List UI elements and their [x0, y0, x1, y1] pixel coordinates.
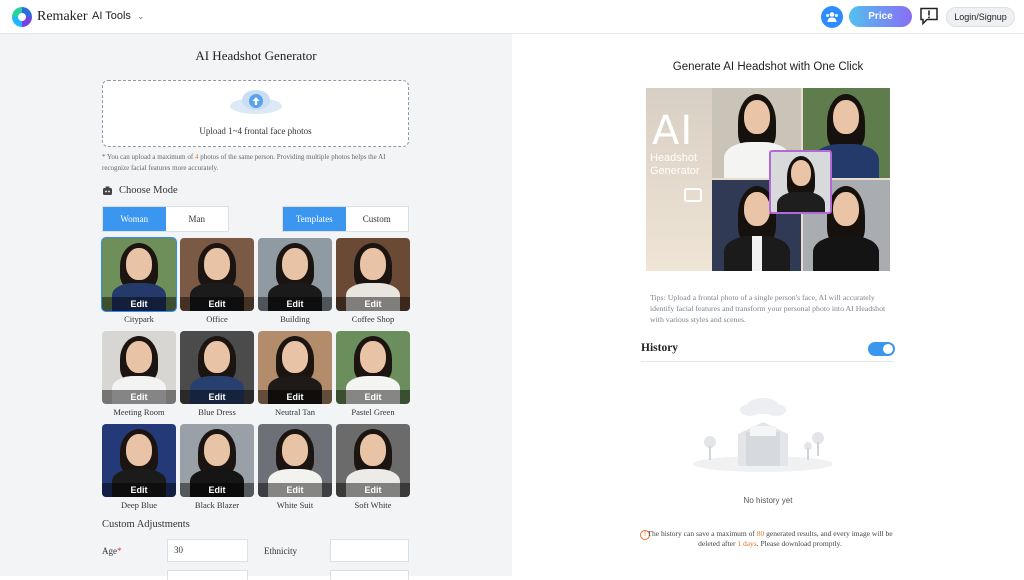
- divider: [641, 361, 894, 362]
- template-card[interactable]: Edit: [336, 424, 410, 497]
- preview-panel: Generate AI Headshot with One Click AI H…: [512, 34, 1024, 576]
- edit-button[interactable]: Edit: [336, 297, 410, 311]
- template-label: Citypark: [124, 314, 154, 324]
- upload-instruction: Upload 1~4 frontal face photos: [199, 126, 312, 136]
- template-label: Coffee Shop: [351, 314, 395, 324]
- template-card[interactable]: Edit: [258, 238, 332, 311]
- template-card[interactable]: Edit: [102, 424, 176, 497]
- template-label: Office: [206, 314, 228, 324]
- users-icon: [826, 12, 838, 22]
- man-option[interactable]: Man: [166, 207, 229, 231]
- collage-caption: Headshot Generator: [650, 152, 700, 178]
- edit-button[interactable]: Edit: [336, 483, 410, 497]
- mode-icon: [103, 186, 112, 195]
- edit-button[interactable]: Edit: [102, 297, 176, 311]
- brand-name[interactable]: Remaker: [37, 9, 88, 25]
- edit-button[interactable]: Edit: [180, 483, 254, 497]
- preview-title: Generate AI Headshot with One Click: [672, 61, 864, 73]
- edit-button[interactable]: Edit: [180, 297, 254, 311]
- template-label: Black Blazer: [194, 500, 240, 510]
- woman-option[interactable]: Woman: [103, 207, 166, 231]
- headshot-collage-image: AI Headshot Generator: [646, 88, 890, 271]
- age-input[interactable]: 30: [167, 539, 248, 562]
- template-card[interactable]: Edit: [180, 424, 254, 497]
- warning-text-start: The history can save a maximum of: [647, 529, 757, 538]
- age-label: Age*: [102, 546, 122, 556]
- no-history-text: No history yet: [743, 496, 793, 505]
- template-card[interactable]: Edit: [336, 331, 410, 404]
- edit-button[interactable]: Edit: [336, 390, 410, 404]
- template-label: Deep Blue: [120, 500, 158, 510]
- template-card[interactable]: Edit: [180, 331, 254, 404]
- choose-mode-heading: Choose Mode: [102, 185, 178, 196]
- community-button[interactable]: [821, 6, 843, 28]
- empty-history-illustration: [693, 398, 833, 472]
- edit-button[interactable]: Edit: [180, 390, 254, 404]
- tips-text: Tips: Upload a frontal photo of a single…: [650, 293, 886, 324]
- template-card[interactable]: Edit: [102, 331, 176, 404]
- ai-tools-label: AI Tools: [92, 10, 131, 22]
- template-card[interactable]: Edit: [180, 238, 254, 311]
- template-label: Neutral Tan: [274, 407, 316, 417]
- template-label: White Suit: [276, 500, 314, 510]
- feedback-button[interactable]: [918, 6, 940, 26]
- template-card[interactable]: Edit: [336, 238, 410, 311]
- history-warning: The history can save a maximum of 80 gen…: [640, 529, 900, 549]
- edit-button[interactable]: Edit: [102, 390, 176, 404]
- camera-icon: [684, 188, 702, 202]
- collage-caption-line2: Generator: [650, 165, 700, 177]
- feedback-icon: [920, 7, 938, 25]
- ai-tools-menu[interactable]: AI Tools ⌄: [92, 10, 144, 22]
- template-card[interactable]: Edit: [258, 331, 332, 404]
- history-heading: History: [641, 342, 679, 354]
- login-signup-button[interactable]: Login/Signup: [946, 7, 1015, 27]
- edit-button[interactable]: Edit: [258, 297, 332, 311]
- top-bar: Remaker AI Tools ⌄ Price Login/Signup: [0, 0, 1024, 34]
- template-label: Building: [280, 314, 310, 324]
- adjustment-field[interactable]: [330, 570, 409, 580]
- edit-button[interactable]: Edit: [258, 483, 332, 497]
- template-label: Meeting Room: [113, 407, 165, 417]
- warning-days: 1 days: [737, 539, 757, 548]
- template-card[interactable]: Edit: [101, 237, 177, 312]
- chevron-down-icon: ⌄: [136, 11, 145, 21]
- custom-adjustments-heading: Custom Adjustments: [102, 519, 190, 530]
- remaker-logo-icon[interactable]: [12, 7, 32, 27]
- ethnicity-label: Ethnicity: [264, 546, 297, 556]
- gender-toggle: Woman Man: [102, 206, 229, 232]
- collage-caption-line1: Headshot: [650, 152, 698, 164]
- generator-panel: AI Headshot Generator Upload 1~4 frontal…: [0, 34, 512, 580]
- warning-text-end: . Please download promptly.: [756, 539, 842, 548]
- edit-button[interactable]: Edit: [102, 483, 176, 497]
- upload-cloud-icon: [230, 90, 282, 114]
- adjustment-field[interactable]: [167, 570, 248, 580]
- required-mark: *: [117, 546, 122, 556]
- source-toggle: Templates Custom: [282, 206, 409, 232]
- upload-note: * You can upload a maximum of 4 photos o…: [102, 152, 412, 174]
- template-label: Blue Dress: [198, 407, 236, 417]
- note-text-start: * You can upload a maximum of: [102, 153, 195, 161]
- template-label: Pastel Green: [351, 407, 395, 417]
- price-button[interactable]: Price: [849, 6, 912, 27]
- upload-dropzone[interactable]: Upload 1~4 frontal face photos: [102, 80, 409, 147]
- age-label-text: Age: [102, 546, 117, 556]
- template-label: Soft White: [354, 500, 392, 510]
- templates-option[interactable]: Templates: [283, 207, 346, 231]
- custom-option[interactable]: Custom: [346, 207, 409, 231]
- collage-photo-featured: [769, 150, 832, 214]
- template-card[interactable]: Edit: [258, 424, 332, 497]
- edit-button[interactable]: Edit: [258, 390, 332, 404]
- collage-branding: AI Headshot Generator: [646, 88, 712, 271]
- choose-mode-label: Choose Mode: [119, 185, 178, 196]
- page-title: AI Headshot Generator: [195, 48, 317, 63]
- history-toggle[interactable]: [868, 342, 895, 356]
- collage-ai-text: AI: [652, 108, 694, 154]
- ethnicity-input[interactable]: [330, 539, 409, 562]
